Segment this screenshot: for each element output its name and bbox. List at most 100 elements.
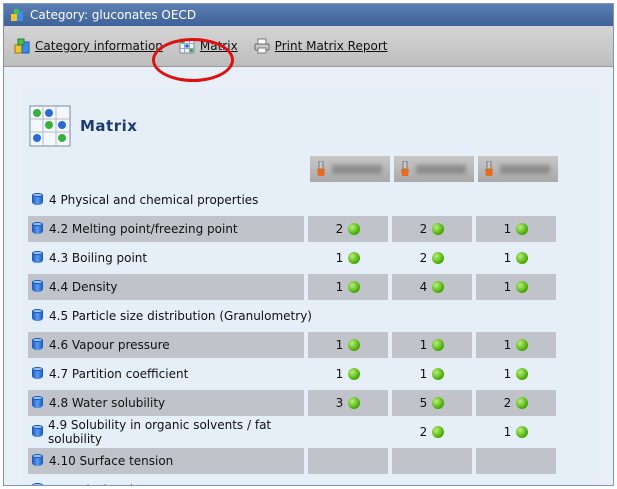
record-count: 1	[503, 366, 512, 381]
green-status-icon	[432, 396, 445, 409]
matrix-cell[interactable]	[476, 447, 556, 474]
matrix-cell[interactable]: 2	[308, 215, 388, 242]
redacted-substance-name	[416, 164, 466, 174]
record-count: 4	[419, 279, 428, 294]
endpoint-row[interactable]: 4.5 Particle size distribution (Granulom…	[28, 301, 561, 330]
matrix-cell[interactable]: 1	[392, 361, 472, 387]
substance-column-header-2[interactable]	[394, 156, 474, 182]
endpoint-label: 4.8 Water solubility	[49, 395, 166, 410]
matrix-cell[interactable]: 3	[308, 389, 388, 416]
category-info-icon	[14, 38, 30, 54]
matrix-cell[interactable]: 4	[392, 273, 472, 300]
matrix-cell[interactable]: 1	[308, 245, 388, 271]
matrix-cell[interactable]: 1	[476, 245, 556, 271]
green-status-icon	[432, 222, 445, 235]
matrix-panel: Matrix 4 Physical and chemical propertie…	[22, 88, 597, 486]
endpoint-row[interactable]: 4.11 Flash point	[28, 475, 561, 486]
green-status-icon	[348, 396, 361, 409]
matrix-cell[interactable]	[308, 447, 388, 474]
green-status-icon	[432, 338, 445, 351]
matrix-cell[interactable]: 5	[392, 389, 472, 416]
printer-icon	[254, 38, 270, 54]
record-count: 1	[503, 337, 512, 352]
category-window: Category: gluconates OECD Category infor…	[3, 3, 614, 486]
green-status-icon	[516, 222, 529, 235]
substance-column-header-3[interactable]	[478, 156, 558, 182]
record-count: 2	[503, 395, 512, 410]
matrix-cell[interactable]	[308, 477, 388, 486]
matrix-large-icon	[28, 104, 72, 148]
endpoint-row[interactable]: 4.7 Partition coefficient 1 1 1	[28, 359, 561, 388]
matrix-cell[interactable]	[476, 477, 556, 486]
endpoint-row[interactable]: 4.8 Water solubility 3 5 2	[28, 388, 561, 417]
matrix-title: Matrix	[80, 117, 138, 135]
endpoint-label: 4.6 Vapour pressure	[49, 337, 170, 352]
matrix-cell[interactable]: 1	[476, 419, 556, 445]
window-title: Category: gluconates OECD	[30, 8, 197, 22]
endpoint-row[interactable]: 4 Physical and chemical properties	[28, 185, 561, 214]
redacted-substance-name	[332, 164, 382, 174]
record-count: 1	[503, 250, 512, 265]
matrix-cell[interactable]: 1	[308, 273, 388, 300]
matrix-cell[interactable]: 2	[392, 245, 472, 271]
endpoint-name-cell: 4.6 Vapour pressure	[28, 331, 304, 358]
matrix-cell[interactable]: 2	[476, 389, 556, 416]
endpoint-row[interactable]: 4.4 Density 1 4 1	[28, 272, 561, 301]
title-bar: Category: gluconates OECD	[4, 4, 613, 26]
substance-icon	[316, 160, 326, 177]
substance-icon	[400, 160, 410, 177]
endpoint-row[interactable]: 4.3 Boiling point 1 2 1	[28, 243, 561, 272]
category-icon	[10, 8, 24, 22]
green-status-icon	[348, 222, 361, 235]
toolbar: Category information Matrix Print Matrix…	[4, 26, 613, 67]
record-count: 1	[335, 279, 344, 294]
record-count: 1	[335, 250, 344, 265]
redacted-substance-name	[500, 164, 550, 174]
matrix-cell[interactable]	[392, 477, 472, 486]
endpoint-label: 4 Physical and chemical properties	[49, 192, 259, 207]
matrix-cell[interactable]: 1	[476, 361, 556, 387]
endpoint-label: 4.11 Flash point	[49, 483, 145, 486]
matrix-cell[interactable]: 2	[392, 419, 472, 445]
green-status-icon	[432, 425, 445, 438]
matrix-cell[interactable]	[308, 419, 388, 445]
endpoint-row[interactable]: 4.6 Vapour pressure 1 1 1	[28, 330, 561, 359]
endpoint-label: 4.7 Partition coefficient	[49, 366, 189, 381]
endpoint-name-cell: 4.9 Solubility in organic solvents / fat…	[28, 418, 304, 446]
substance-column-header-1[interactable]	[310, 156, 390, 182]
record-count: 1	[335, 337, 344, 352]
green-status-icon	[348, 251, 361, 264]
endpoint-row[interactable]: 4.9 Solubility in organic solvents / fat…	[28, 417, 561, 446]
category-information-link[interactable]: Category information	[14, 38, 163, 54]
endpoint-label: 4.3 Boiling point	[49, 250, 148, 265]
endpoint-database-icon	[32, 222, 43, 235]
matrix-cell[interactable]: 1	[308, 331, 388, 358]
endpoint-database-icon	[32, 309, 43, 322]
endpoint-row[interactable]: 4.10 Surface tension	[28, 446, 561, 475]
matrix-cell[interactable]: 1	[392, 331, 472, 358]
endpoint-label: 4.5 Particle size distribution (Granulom…	[49, 308, 312, 323]
endpoint-database-icon	[32, 280, 43, 293]
endpoint-database-icon	[32, 454, 43, 467]
matrix-cell[interactable]: 2	[392, 215, 472, 242]
matrix-cell[interactable]: 1	[308, 361, 388, 387]
endpoint-rows: 4 Physical and chemical properties 4.2 Me…	[28, 185, 561, 486]
print-matrix-report-link[interactable]: Print Matrix Report	[254, 38, 387, 54]
endpoint-database-icon	[32, 193, 43, 206]
endpoint-row[interactable]: 4.2 Melting point/freezing point 2 2 1	[28, 214, 561, 243]
endpoint-name-cell: 4.11 Flash point	[28, 477, 304, 486]
endpoint-label: 4.2 Melting point/freezing point	[49, 221, 238, 236]
endpoint-database-icon	[32, 483, 43, 485]
matrix-highlight-circle	[152, 38, 234, 82]
matrix-cell[interactable]	[392, 447, 472, 474]
endpoint-name-cell: 4 Physical and chemical properties	[28, 187, 548, 213]
matrix-cell[interactable]: 1	[476, 331, 556, 358]
green-status-icon	[432, 251, 445, 264]
green-status-icon	[432, 367, 445, 380]
matrix-cell[interactable]: 1	[476, 215, 556, 242]
green-status-icon	[348, 367, 361, 380]
matrix-cell[interactable]: 1	[476, 273, 556, 300]
category-information-label: Category information	[35, 39, 163, 53]
endpoint-name-cell: 4.3 Boiling point	[28, 245, 304, 271]
record-count: 2	[419, 424, 428, 439]
